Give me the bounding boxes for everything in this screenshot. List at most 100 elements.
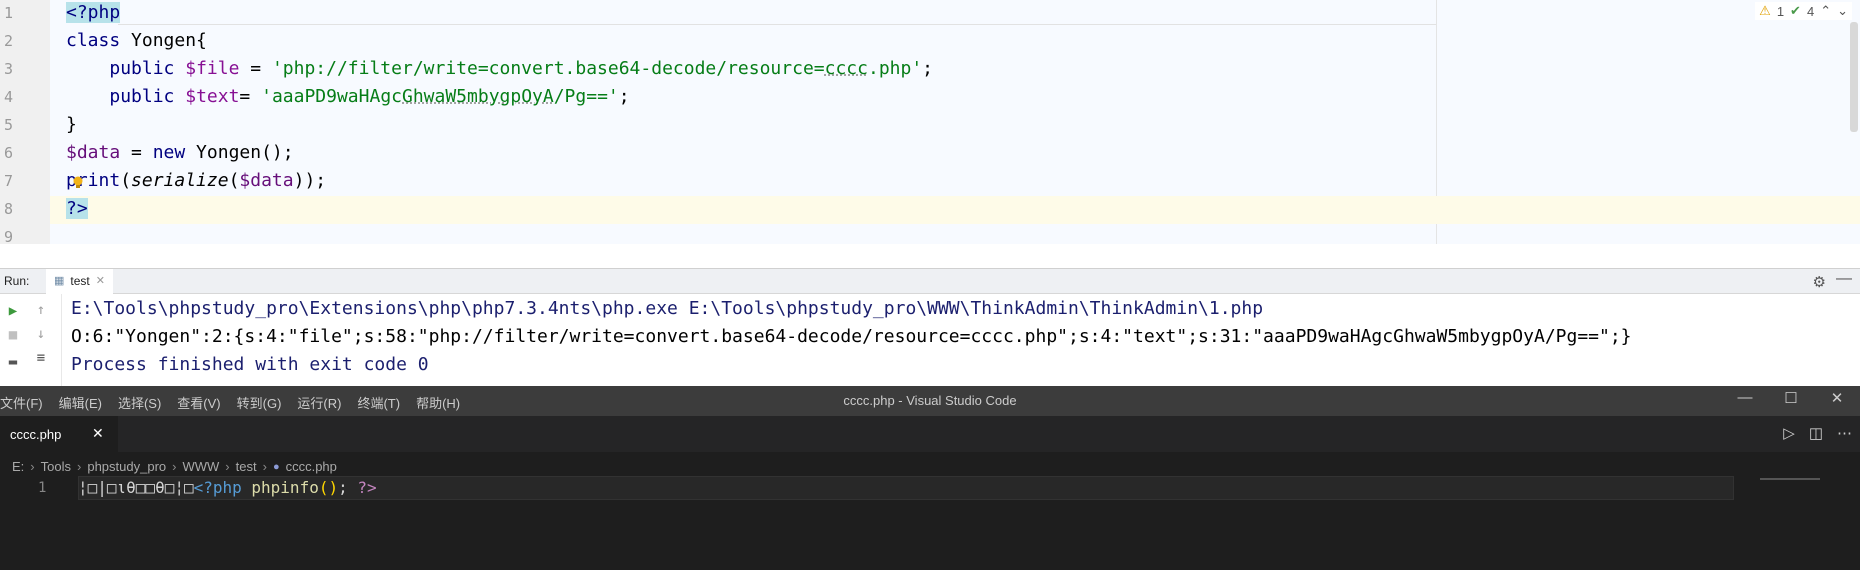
- run-tab-test[interactable]: ▦ test ✕: [46, 269, 113, 294]
- run-icon[interactable]: ▷: [1783, 424, 1795, 442]
- console-line: O:6:"Yongen":2:{s:4:"file";s:58:"php://f…: [71, 326, 1632, 347]
- chevron-right-icon: ›: [262, 459, 267, 474]
- more-actions-icon[interactable]: ⋯: [1837, 424, 1852, 442]
- garbled-bytes: ¦□|□ιθ□□θ□¦□: [78, 478, 194, 497]
- property: $text: [185, 86, 240, 107]
- run-label: Run:: [4, 274, 30, 288]
- property: $file: [185, 58, 240, 79]
- minimize-icon[interactable]: —: [1836, 270, 1852, 288]
- php-close-tag: ?>: [357, 478, 377, 497]
- variable: $data: [66, 142, 121, 163]
- php-close-tag: ?>: [66, 198, 88, 219]
- constructor-call: Yongen();: [185, 142, 294, 163]
- weak-warning-count: 4: [1806, 3, 1815, 19]
- string-literal: 'php://filter/write=convert.base64-decod…: [271, 58, 825, 79]
- breadcrumb-item[interactable]: WWW: [182, 456, 219, 478]
- run-toolbar: ▶ ↑ ■ ↓ ≡ ▬: [0, 294, 62, 386]
- paren: (: [120, 170, 132, 191]
- maximize-icon[interactable]: ☐: [1768, 389, 1814, 407]
- php-open-tag: <?php: [193, 478, 242, 497]
- soft-wrap-icon[interactable]: ≡: [32, 350, 50, 366]
- run-tab-label: test: [70, 274, 90, 288]
- arrow-up-icon[interactable]: ↑: [32, 302, 50, 318]
- rerun-icon[interactable]: ▶: [4, 303, 22, 319]
- string-literal: 'aaaPD9waHAgc: [261, 86, 402, 107]
- paren: (): [318, 478, 339, 497]
- vscode-window: 文件(F) 编辑(E) 选择(S) 查看(V) 转到(G) 运行(R) 终端(T…: [0, 386, 1860, 570]
- editor-actions: ▷ ◫ ⋯: [1783, 424, 1852, 442]
- minimap[interactable]: [1760, 478, 1820, 480]
- code-line-6: $data = new Yongen();: [50, 140, 1860, 168]
- vertical-scrollbar[interactable]: [1850, 22, 1858, 132]
- string-literal: GhwaW5mbygpOyA: [402, 86, 554, 107]
- breadcrumb-item[interactable]: Tools: [41, 456, 71, 478]
- semicolon: ;: [338, 478, 358, 497]
- close-icon[interactable]: ✕: [92, 425, 104, 442]
- chevron-right-icon: ›: [172, 459, 177, 474]
- php-run-config-icon: ▦: [54, 275, 65, 287]
- layout-icon[interactable]: ▬: [4, 354, 22, 370]
- ide-editor[interactable]: 1 2 3 4 5 6 7 8 9 <?php class Yongen{ pu…: [0, 0, 1860, 246]
- chevron-right-icon: ›: [225, 459, 230, 474]
- keyword: public: [109, 58, 175, 79]
- string-literal: /Pg==': [553, 86, 619, 107]
- lightbulb-icon[interactable]: [73, 176, 83, 189]
- title-bar: 文件(F) 编辑(E) 选择(S) 查看(V) 转到(G) 运行(R) 终端(T…: [0, 386, 1860, 416]
- keyword: new: [152, 142, 186, 163]
- function-name: phpinfo: [241, 478, 319, 497]
- chevron-up-icon[interactable]: ⌃: [1820, 3, 1831, 19]
- line-number: 8: [4, 200, 14, 218]
- warning-icon: ⚠: [1759, 3, 1771, 18]
- keyword: class: [66, 30, 121, 51]
- line-number: 1: [4, 4, 14, 22]
- keyword: public: [109, 86, 175, 107]
- code-area[interactable]: <?php class Yongen{ public $file = 'php:…: [50, 0, 1860, 244]
- run-tool-window: Run: ▦ test ✕ ⚙ — ▶ ↑ ■ ↓ ≡ ▬ E:\Tools\p…: [0, 268, 1860, 386]
- line-number: 7: [4, 172, 14, 190]
- code-line-4: public $text= 'aaaPD9waHAgcGhwaW5mbygpOy…: [50, 84, 1860, 112]
- string-literal: cccc: [824, 58, 868, 79]
- code-line-5: }: [50, 112, 1860, 140]
- code-line-1: <?php: [50, 0, 1860, 28]
- paren: ));: [293, 170, 327, 191]
- breadcrumb-item[interactable]: E:: [12, 456, 24, 478]
- chevron-down-icon[interactable]: ⌄: [1837, 3, 1848, 19]
- gear-icon[interactable]: ⚙: [1813, 273, 1826, 291]
- string-literal: .php': [867, 58, 923, 79]
- tab-cccc-php[interactable]: cccc.php ✕: [0, 416, 118, 452]
- line-number: 3: [4, 60, 14, 78]
- line-number: 2: [4, 32, 14, 50]
- minimize-icon[interactable]: —: [1722, 389, 1768, 406]
- semicolon: ;: [922, 58, 934, 79]
- semicolon: ;: [618, 86, 630, 107]
- php-open-tag: <?php: [66, 2, 121, 23]
- php-file-icon: ●: [272, 461, 280, 473]
- breadcrumb-item[interactable]: cccc.php: [286, 456, 337, 478]
- vscode-code-line-1[interactable]: 1 ¦□|□ιθ□□θ□¦□<?php phpinfo(); ?>: [0, 476, 1740, 500]
- line-content: ¦□|□ιθ□□θ□¦□<?php phpinfo(); ?>: [78, 476, 377, 500]
- paren: (: [228, 170, 240, 191]
- arrow-down-icon[interactable]: ↓: [32, 326, 50, 342]
- chevron-right-icon: ›: [77, 459, 82, 474]
- window-title: cccc.php - Visual Studio Code: [843, 393, 1017, 408]
- breadcrumb-item[interactable]: test: [236, 456, 257, 478]
- operator: =: [239, 86, 262, 107]
- run-header: Run: ▦ test ✕ ⚙ —: [0, 268, 1860, 294]
- variable: $data: [239, 170, 294, 191]
- breadcrumb: E: › Tools › phpstudy_pro › WWW › test › ● ccc…: [12, 456, 337, 478]
- close-icon[interactable]: ✕: [1814, 389, 1860, 407]
- close-icon[interactable]: ✕: [96, 274, 105, 287]
- inspection-widget[interactable]: ⚠ 1 ✔ 4 ⌃ ⌄: [1755, 2, 1852, 20]
- line-number: 1: [38, 480, 47, 496]
- split-editor-icon[interactable]: ◫: [1809, 424, 1823, 442]
- warning-count: 1: [1776, 3, 1785, 19]
- class-name: Yongen{: [120, 30, 207, 51]
- line-number-gutter: 1 2 3 4 5 6 7 8 9: [0, 0, 62, 246]
- code-line-2: class Yongen{: [50, 28, 1860, 56]
- stop-icon[interactable]: ■: [4, 327, 22, 343]
- line-number: 5: [4, 116, 14, 134]
- breadcrumb-item[interactable]: phpstudy_pro: [87, 456, 166, 478]
- code-line-7: print(serialize($data));: [50, 168, 1860, 196]
- line-number: 4: [4, 88, 14, 106]
- weak-warning-icon: ✔: [1790, 3, 1801, 18]
